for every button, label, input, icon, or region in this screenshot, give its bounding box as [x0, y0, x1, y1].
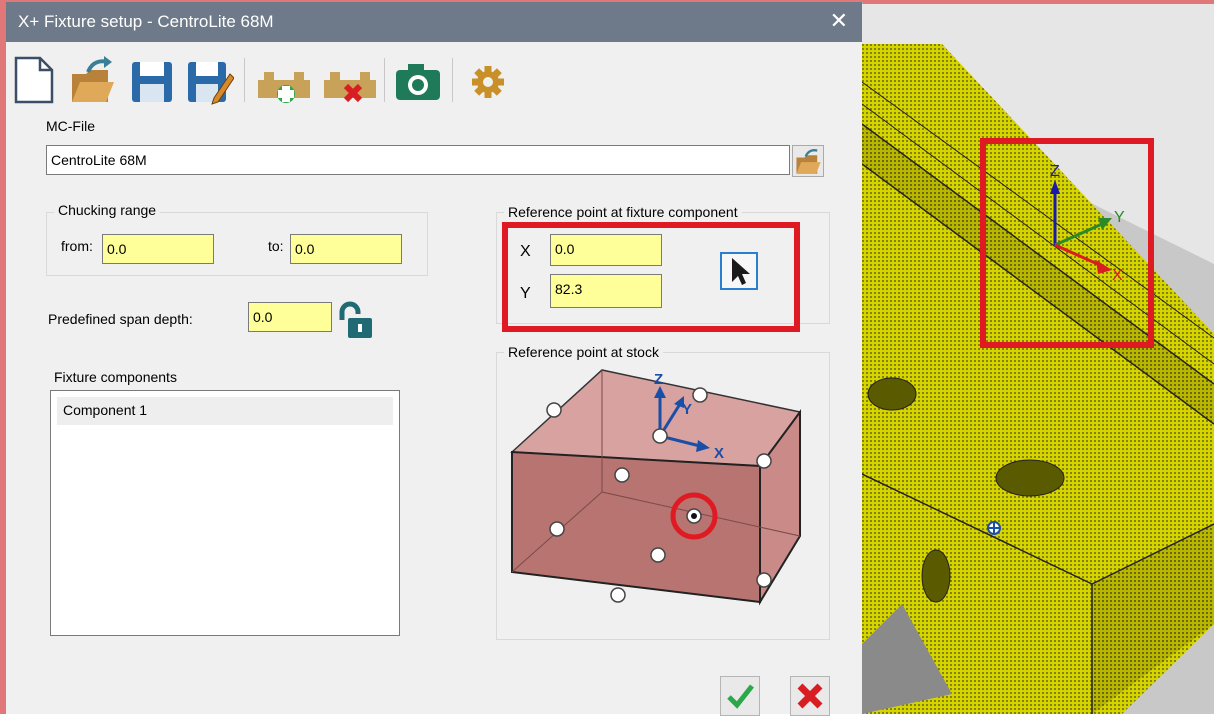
save-as-button[interactable]: [186, 54, 235, 106]
remove-component-icon: [324, 72, 376, 103]
model-axis-y-label: Y: [1114, 209, 1125, 226]
toolbar-separator: [452, 58, 453, 102]
mc-file-browse-button[interactable]: [792, 145, 824, 177]
chucking-from-label: from:: [61, 238, 93, 254]
cancel-x-icon: [797, 683, 823, 709]
span-depth-label: Predefined span depth:: [48, 311, 193, 327]
mc-file-field[interactable]: CentroLite 68M: [46, 145, 790, 175]
close-button[interactable]: ✕: [830, 8, 848, 34]
stock-ref-point[interactable]: [614, 467, 630, 483]
chucking-to-input[interactable]: 0.0: [290, 234, 402, 264]
stock-ref-point[interactable]: [692, 387, 708, 403]
title-bar[interactable]: X+ Fixture setup - CentroLite 68M ✕: [6, 2, 862, 42]
new-file-button[interactable]: [10, 54, 58, 106]
open-button[interactable]: [68, 54, 116, 106]
span-depth-input[interactable]: 0.0: [248, 302, 332, 332]
chucking-to-label: to:: [268, 238, 284, 254]
stock-box-diagram: Z Y X: [510, 369, 802, 606]
span-lock-button[interactable]: [334, 300, 374, 340]
cad-3d-viewport[interactable]: Z Y X: [862, 4, 1214, 714]
chucking-from-input[interactable]: 0.0: [102, 234, 214, 264]
highlight-box-fixture-ref: [502, 222, 800, 332]
camera-icon: [396, 64, 440, 100]
save-as-icon: [188, 62, 235, 105]
stock-ref-point[interactable]: [549, 521, 565, 537]
stock-ref-point[interactable]: [546, 402, 562, 418]
toolbar-separator: [244, 58, 245, 102]
stock-axis-y-label: Y: [682, 401, 692, 418]
stock-axis-z-label: Z: [654, 371, 663, 388]
unlock-icon: [339, 301, 372, 338]
save-button[interactable]: [128, 54, 176, 106]
ref-stock-caption: Reference point at stock: [504, 344, 663, 360]
checkmark-icon: [727, 684, 754, 709]
fixture-components-label: Fixture components: [54, 369, 177, 385]
open-folder-icon: [72, 56, 114, 102]
list-item[interactable]: Component 1: [57, 397, 393, 425]
mc-file-label: MC-File: [46, 118, 95, 134]
stock-ref-point[interactable]: [610, 587, 626, 603]
model-axis-z-label: Z: [1050, 163, 1060, 180]
cancel-button[interactable]: [790, 676, 830, 716]
save-icon: [132, 62, 172, 102]
model-axis-x-label: X: [1112, 267, 1123, 284]
stock-ref-point[interactable]: [756, 453, 772, 469]
new-file-icon: [14, 56, 54, 104]
ok-button[interactable]: [720, 676, 760, 716]
toolbar: [6, 42, 862, 112]
remove-component-button[interactable]: [320, 54, 376, 106]
settings-button[interactable]: [464, 54, 512, 106]
add-component-icon: [258, 72, 310, 103]
stock-ref-point[interactable]: [650, 547, 666, 563]
add-component-button[interactable]: [254, 54, 310, 106]
fixture-3d-model: Z Y X: [862, 4, 1214, 714]
stock-ref-point[interactable]: [652, 428, 668, 444]
fixture-setup-dialog: X+ Fixture setup - CentroLite 68M ✕ MC-F…: [6, 2, 863, 716]
settings-gear-icon: [472, 66, 504, 98]
ref-fixture-caption: Reference point at fixture component: [504, 204, 742, 220]
open-folder-icon: [796, 149, 821, 174]
chucking-range-caption: Chucking range: [54, 202, 161, 218]
stock-ref-point[interactable]: [756, 572, 772, 588]
fixture-components-list[interactable]: Component 1: [50, 390, 400, 636]
stock-axis-x-label: X: [714, 445, 724, 462]
dialog-title: X+ Fixture setup - CentroLite 68M: [18, 12, 274, 31]
toolbar-separator: [384, 58, 385, 102]
camera-button[interactable]: [394, 54, 442, 106]
